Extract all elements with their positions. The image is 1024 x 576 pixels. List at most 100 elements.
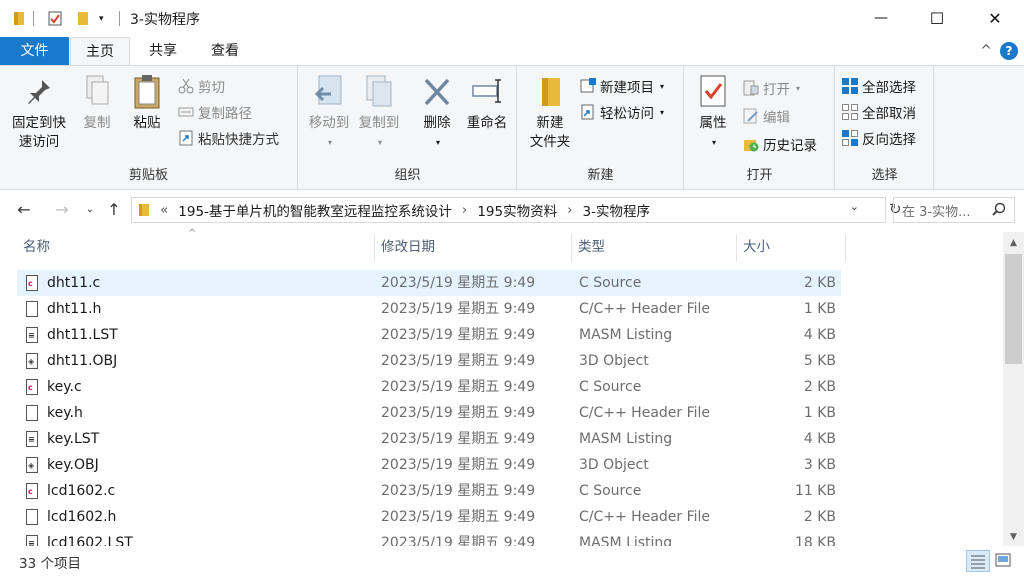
easy-access-button[interactable]: 轻松访问 ▾	[580, 100, 664, 124]
search-icon[interactable]	[992, 202, 1006, 216]
move-to-icon	[313, 74, 345, 110]
file-row[interactable]: ≡ lcd1602.LST 2023/5/19 星期五 9:49 MASM Listi…	[17, 530, 841, 546]
new-folder-icon[interactable]	[76, 10, 90, 26]
new-item-button[interactable]: 新建项目 ▾	[580, 74, 664, 98]
organize-group-label: 组织	[394, 168, 421, 183]
move-to-button[interactable]: 移动到 ▾	[305, 74, 353, 152]
group-open: 属性 ▾ 打开 ▾ 编辑 历史记录 打开	[685, 66, 835, 189]
file-name: lcd1602.LST	[47, 535, 133, 546]
select-all-icon	[842, 78, 858, 94]
select-all-button[interactable]: 全部选择	[842, 74, 916, 98]
file-name: dht11.LST	[47, 327, 118, 343]
up-arrow-icon[interactable]: ↑	[102, 199, 126, 221]
c-source-icon: c	[26, 483, 38, 499]
pin-label-line2: 速访问	[18, 134, 60, 150]
tab-home[interactable]: 主页	[70, 37, 130, 65]
breadcrumb-item-2[interactable]: 195实物资料	[477, 200, 557, 220]
file-row[interactable]: c dht11.c 2023/5/19 星期五 9:49 C Source 2 KB	[17, 270, 841, 296]
new-group-label: 新建	[587, 168, 614, 183]
blank-file-icon	[26, 509, 38, 525]
column-divider[interactable]	[845, 235, 846, 261]
large-icons-view-icon[interactable]	[992, 550, 1016, 572]
title-separator	[119, 11, 120, 26]
search-input[interactable]: 在 3-实物...	[893, 197, 1015, 223]
close-button[interactable]: ✕	[972, 0, 1018, 36]
maximize-button[interactable]: ☐	[914, 0, 960, 36]
file-date: 2023/5/19 星期五 9:49	[381, 327, 536, 343]
file-row[interactable]: ◈ dht11.OBJ 2023/5/19 星期五 9:49 3D Object 5 K…	[17, 348, 841, 374]
column-type-header[interactable]: 类型	[572, 232, 736, 262]
column-name-header[interactable]: 名称	[17, 232, 375, 262]
file-row[interactable]: c key.c 2023/5/19 星期五 9:49 C Source 2 KB	[17, 374, 841, 400]
file-row[interactable]: c lcd1602.c 2023/5/19 星期五 9:49 C Source 11 K…	[17, 478, 841, 504]
copy-path-button[interactable]: 复制路径	[178, 100, 252, 124]
folder-icon	[138, 203, 150, 217]
scissors-icon	[178, 78, 194, 94]
edit-label: 编辑	[763, 110, 790, 126]
properties-label: 属性	[699, 115, 727, 131]
file-row[interactable]: ◈ key.OBJ 2023/5/19 星期五 9:49 3D Object 3 KB	[17, 452, 841, 478]
vertical-scrollbar[interactable]: ▲ ▼	[1003, 232, 1024, 546]
file-size: 18 KB	[794, 535, 836, 546]
folder-icon[interactable]	[12, 10, 26, 26]
move-to-caret-icon: ▾	[327, 138, 332, 147]
delete-caret-icon: ▾	[435, 138, 440, 147]
open-button[interactable]: 打开 ▾	[743, 76, 800, 100]
details-view-icon[interactable]	[966, 550, 990, 572]
breadcrumb-separator[interactable]: ›	[462, 202, 467, 218]
new-item-caret-icon: ▾	[660, 81, 665, 91]
file-name: dht11.OBJ	[47, 353, 118, 369]
history-button[interactable]: 历史记录	[743, 132, 817, 156]
delete-button[interactable]: 删除 ▾	[417, 74, 457, 152]
minimize-button[interactable]: —	[858, 0, 904, 36]
recent-locations-chevron-icon[interactable]: ⌄	[78, 199, 102, 221]
invert-selection-button[interactable]: 反向选择	[842, 126, 916, 150]
file-row[interactable]: lcd1602.h 2023/5/19 星期五 9:49 C/C++ Header …	[17, 504, 841, 530]
breadcrumb-item-3[interactable]: 3-实物程序	[583, 200, 650, 220]
paste-button[interactable]: 粘贴	[124, 74, 170, 133]
title-separator	[33, 11, 34, 26]
scrollbar-thumb[interactable]	[1005, 254, 1022, 364]
collapse-ribbon-icon[interactable]: ^	[980, 43, 992, 59]
customize-caret-icon[interactable]: ▾	[99, 10, 113, 26]
pin-quick-access-button[interactable]: 固定到快 速访问	[6, 74, 72, 152]
history-label: 历史记录	[763, 138, 817, 154]
tab-view[interactable]: 查看	[195, 37, 255, 65]
address-bar[interactable]: « 195-基于单片机的智能教室远程监控系统设计 › 195实物资料 › 3-实…	[131, 197, 902, 223]
tab-file[interactable]: 文件	[0, 37, 69, 65]
copy-button[interactable]: 复制	[76, 74, 118, 133]
scroll-up-arrow-icon[interactable]: ▲	[1003, 234, 1024, 252]
group-organize: 移动到 ▾ 复制到 ▾ 删除 ▾ 重命名 组织	[299, 66, 517, 189]
tab-share[interactable]: 共享	[133, 37, 193, 65]
column-size-header[interactable]: 大小	[737, 232, 845, 262]
file-name: lcd1602.c	[47, 483, 116, 499]
column-date-header[interactable]: 修改日期	[375, 232, 571, 262]
breadcrumb-item-1[interactable]: 195-基于单片机的智能教室远程监控系统设计	[178, 200, 452, 220]
properties-button[interactable]: 属性 ▾	[691, 74, 735, 152]
new-item-label: 新建项目	[600, 80, 654, 96]
edit-button[interactable]: 编辑	[743, 104, 790, 128]
new-folder-icon	[534, 74, 566, 110]
pin-label-line1: 固定到快	[12, 115, 66, 131]
file-row[interactable]: ≡ key.LST 2023/5/19 星期五 9:49 MASM Listing 4 …	[17, 426, 841, 452]
file-row[interactable]: key.h 2023/5/19 星期五 9:49 C/C++ Header File…	[17, 400, 841, 426]
breadcrumb-separator[interactable]: ›	[567, 202, 572, 218]
select-none-button[interactable]: 全部取消	[842, 100, 916, 124]
file-name: key.OBJ	[47, 457, 99, 473]
back-arrow-icon[interactable]: ←	[12, 199, 36, 221]
file-row[interactable]: dht11.h 2023/5/19 星期五 9:49 C/C++ Header Fi…	[17, 296, 841, 322]
cut-button[interactable]: 剪切	[178, 74, 225, 98]
help-icon[interactable]: ?	[1000, 42, 1018, 60]
breadcrumb-overflow[interactable]: «	[160, 202, 168, 218]
copy-to-button[interactable]: 复制到 ▾	[355, 74, 403, 152]
paste-shortcut-button[interactable]: 粘贴快捷方式	[178, 126, 279, 150]
address-dropdown-icon[interactable]: ⌄	[850, 200, 859, 213]
file-row[interactable]: ≡ dht11.LST 2023/5/19 星期五 9:49 MASM Listing…	[17, 322, 841, 348]
c-source-icon: c	[26, 275, 38, 291]
new-folder-button[interactable]: 新建 文件夹	[524, 74, 576, 152]
forward-arrow-icon[interactable]: →	[50, 199, 74, 221]
properties-check-icon[interactable]	[48, 10, 62, 26]
rename-button[interactable]: 重命名	[461, 74, 513, 133]
file-type: C Source	[579, 483, 642, 499]
scroll-down-arrow-icon[interactable]: ▼	[1003, 528, 1024, 546]
